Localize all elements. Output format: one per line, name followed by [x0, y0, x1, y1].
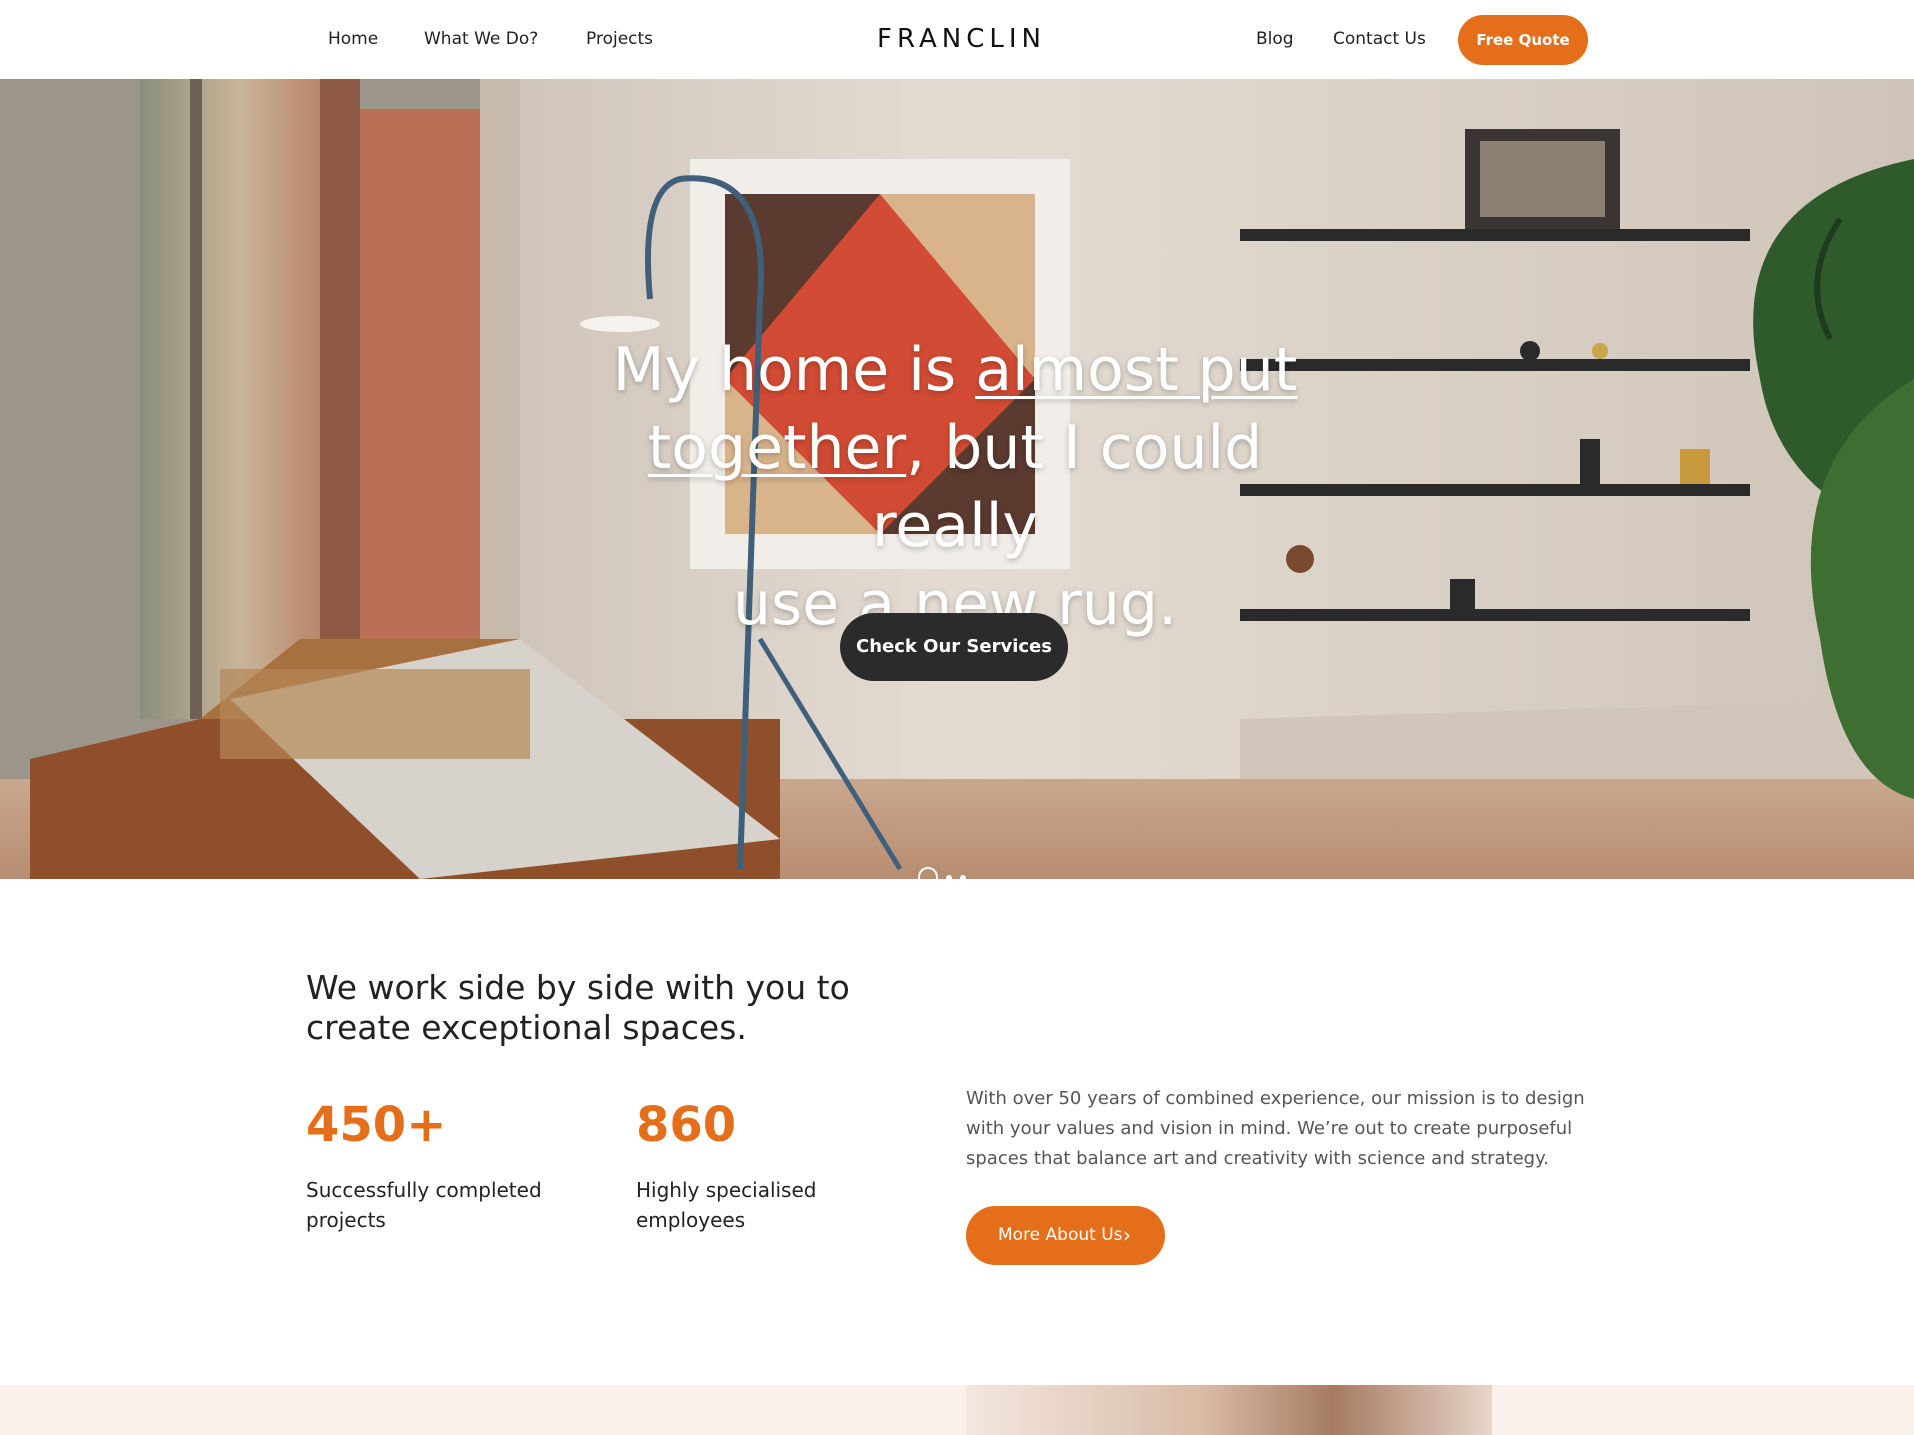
- nav-projects[interactable]: Projects: [586, 28, 653, 50]
- headline-text-2: , but I could really: [872, 413, 1263, 561]
- more-about-us-label: More About Us: [998, 1225, 1123, 1245]
- headline-text: My home is: [612, 335, 976, 405]
- next-section-image: [966, 1385, 1492, 1435]
- nav-home[interactable]: Home: [328, 28, 378, 50]
- stat-label: Successfully completed projects: [306, 1178, 542, 1232]
- site-logo[interactable]: FRANCLIN: [877, 24, 1046, 54]
- more-about-us-button[interactable]: More About Us ›: [966, 1206, 1165, 1265]
- hero-headline: My home is almost put together, but I co…: [560, 331, 1350, 643]
- chevron-right-icon: ›: [1123, 1223, 1131, 1247]
- about-description: With over 50 years of combined experienc…: [966, 1088, 1585, 1169]
- stat-number: 450+: [306, 1097, 447, 1153]
- nav-contact[interactable]: Contact Us: [1333, 28, 1426, 50]
- top-navigation: Home What We Do? Projects FRANCLIN Blog …: [0, 0, 1914, 79]
- headline-underlined-text-2: together: [647, 413, 907, 483]
- stat-number: 860: [636, 1097, 737, 1153]
- slider-dot[interactable]: [946, 875, 952, 879]
- about-heading: We work side by side with you to create …: [306, 968, 850, 1047]
- nav-blog[interactable]: Blog: [1256, 28, 1294, 50]
- stat-employees: 860 Highly specialised employees: [636, 1095, 876, 1235]
- stat-label: Highly specialised employees: [636, 1178, 817, 1232]
- nav-what-we-do[interactable]: What We Do?: [424, 28, 538, 50]
- headline-underlined-text: almost put: [975, 335, 1298, 405]
- hero-section: My home is almost put together, but I co…: [0, 79, 1914, 879]
- check-services-button[interactable]: Check Our Services: [840, 613, 1068, 681]
- stat-projects: 450+ Successfully completed projects: [306, 1095, 546, 1235]
- next-section-band: [0, 1385, 1914, 1435]
- slider-dot[interactable]: [960, 875, 966, 879]
- free-quote-button[interactable]: Free Quote: [1458, 15, 1588, 65]
